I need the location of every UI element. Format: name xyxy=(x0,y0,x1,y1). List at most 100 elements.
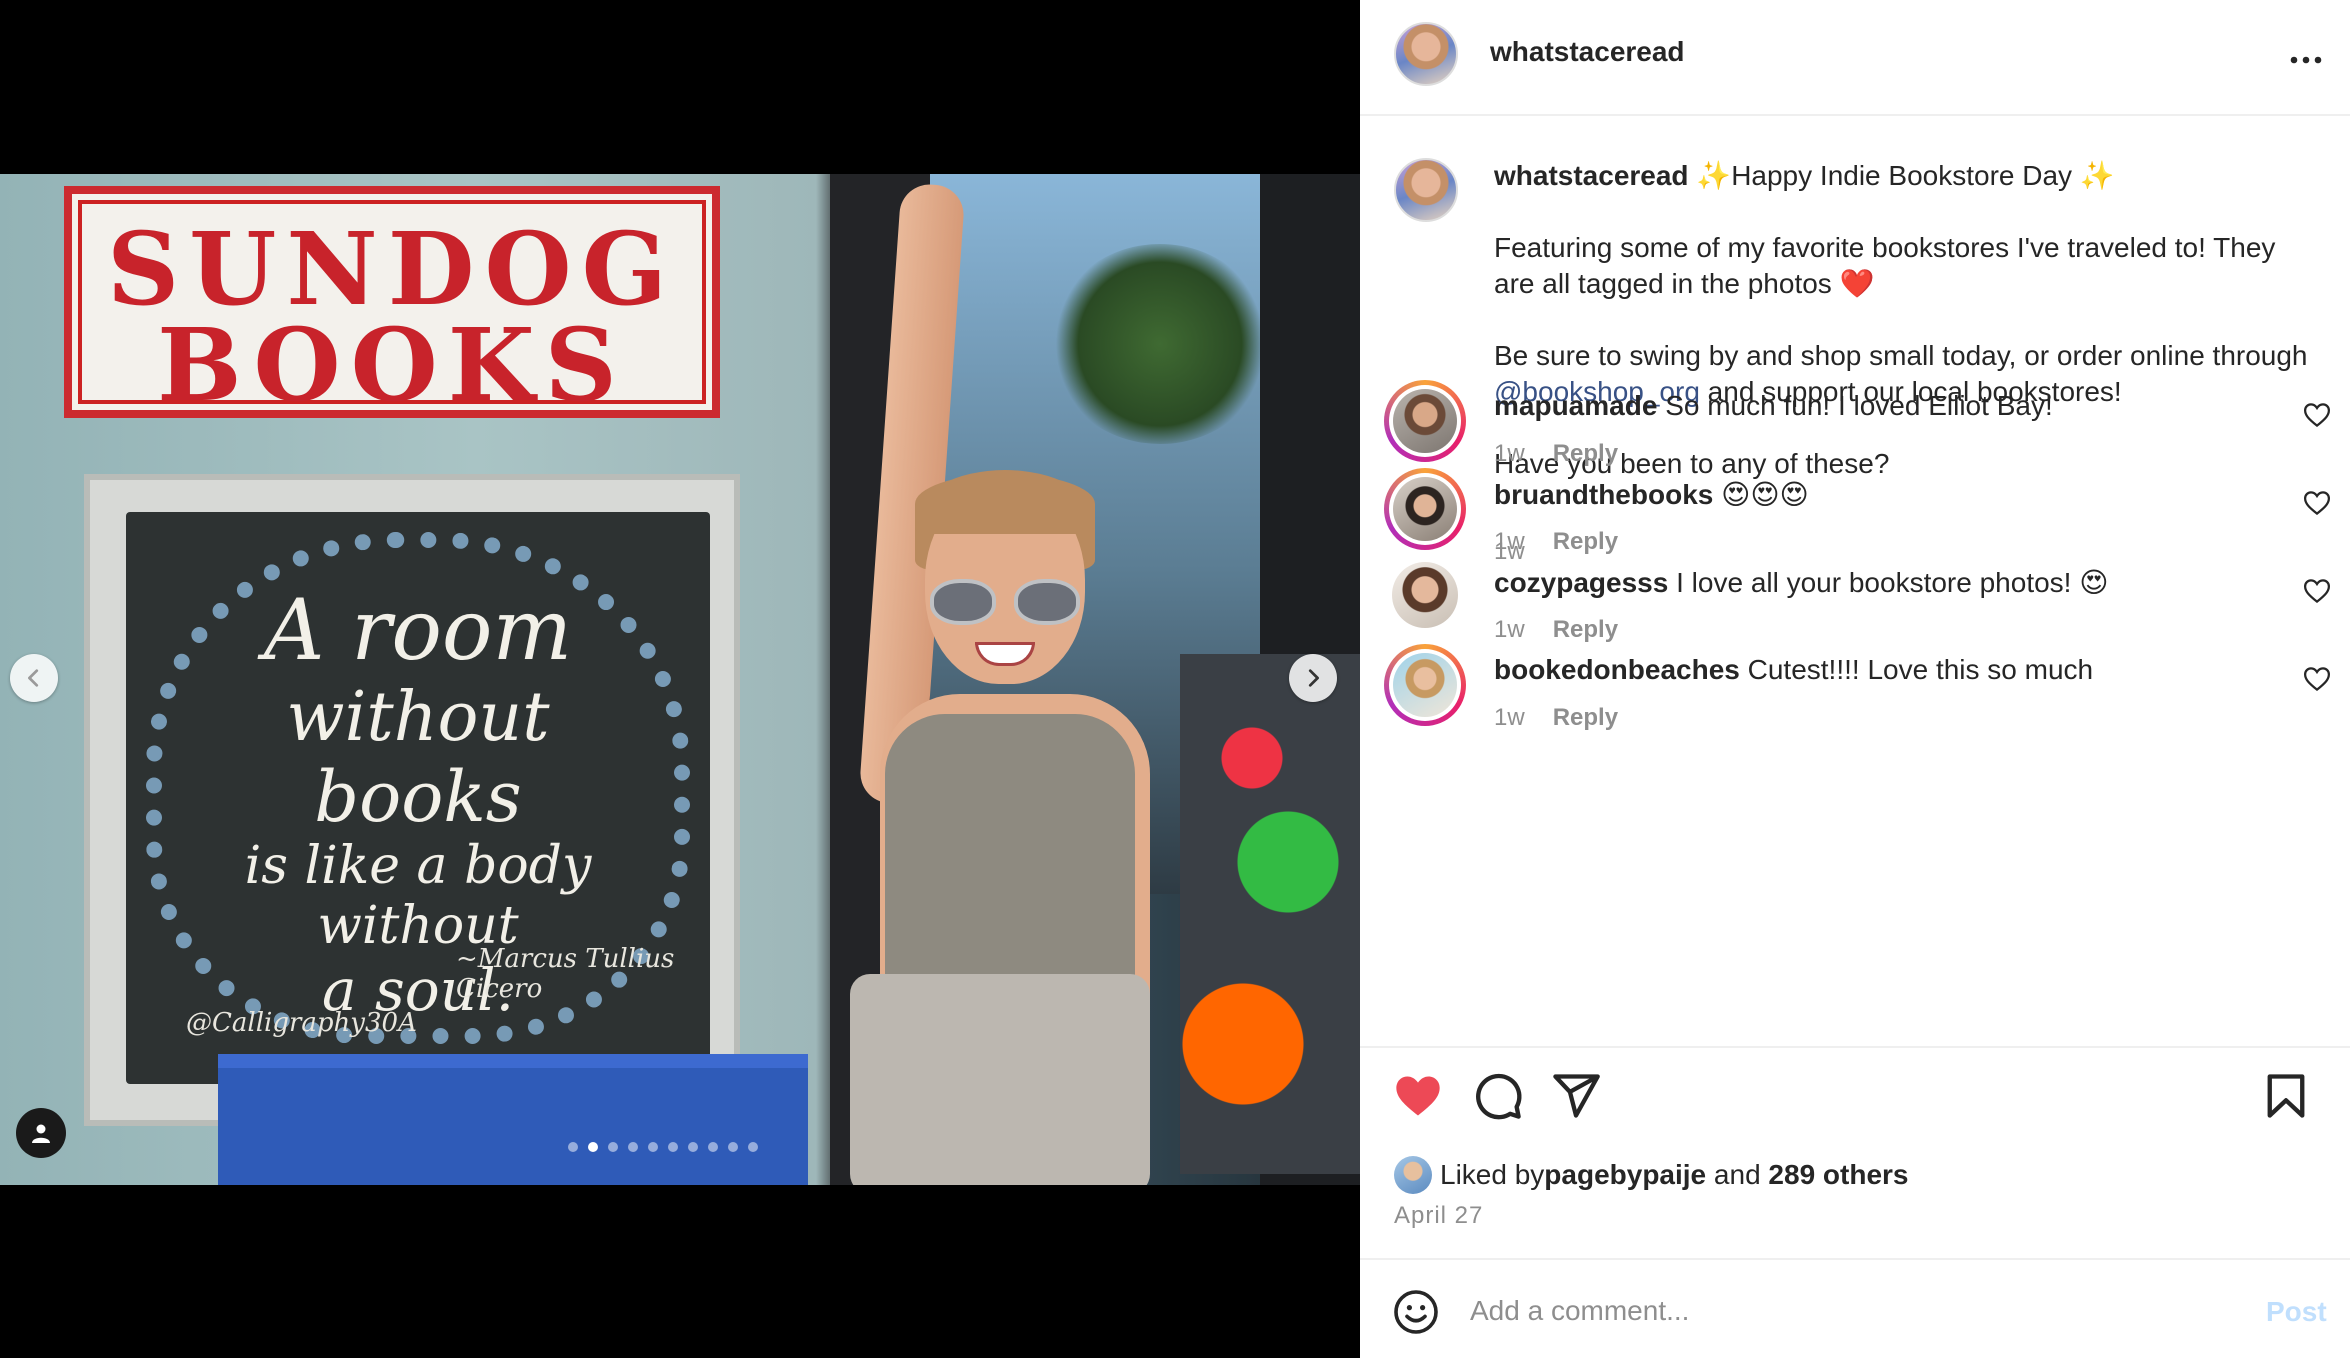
caption-avatar[interactable] xyxy=(1394,158,1458,222)
commenter-avatar[interactable] xyxy=(1392,562,1458,628)
commenter-username[interactable]: bruandthebooks xyxy=(1494,479,1713,510)
comment-input[interactable] xyxy=(1470,1286,2170,1336)
tank-top xyxy=(885,714,1135,984)
caption-paragraph-2a: Be sure to swing by and shop small today… xyxy=(1494,340,2308,371)
post-date[interactable]: April 27 xyxy=(1394,1202,1483,1230)
bookmark-icon[interactable] xyxy=(2260,1070,2312,1122)
comment-text: cozypagesss I love all your bookstore ph… xyxy=(1494,566,2108,599)
quote-author: ~Marcus Tullius Cicero xyxy=(456,944,675,1004)
heart-outline-icon[interactable] xyxy=(2302,488,2332,518)
story-ring[interactable] xyxy=(1384,380,1466,462)
author-username[interactable]: whatstaceread xyxy=(1490,36,1685,68)
store-sign: SUNDOG BOOKS xyxy=(64,186,720,424)
commenter-username[interactable]: cozypagesss xyxy=(1494,567,1668,598)
emoji-icon[interactable] xyxy=(1392,1288,1440,1336)
carousel-dot xyxy=(728,1142,738,1152)
comment-meta: 1w Reply xyxy=(1494,616,1618,644)
post-media: SUNDOG BOOKS A room without books is lik… xyxy=(0,0,1360,1358)
commenter-avatar xyxy=(1393,653,1457,717)
reply-button[interactable]: Reply xyxy=(1553,528,1618,555)
user-tag-icon xyxy=(32,1124,50,1143)
commenter-avatar xyxy=(1393,389,1457,453)
liked-by: Liked by pagebypaije and 289 others xyxy=(1394,1156,1909,1194)
comment-body: So much fun! I loved Elliot Bay! xyxy=(1665,390,2053,421)
post-actions: Liked by pagebypaije and 289 others Apri… xyxy=(1360,1046,2350,1258)
comment-meta: 1w Reply xyxy=(1494,704,1618,732)
liked-by-others[interactable]: 289 others xyxy=(1768,1159,1908,1191)
heart-outline-icon[interactable] xyxy=(2302,576,2332,606)
liked-by-and: and xyxy=(1706,1159,1769,1190)
comment-body: Cutest!!!! Love this so much xyxy=(1747,654,2094,685)
heart-filled-icon[interactable] xyxy=(1392,1070,1444,1122)
comment-text: bookedonbeaches Cutest!!!! Love this so … xyxy=(1494,654,2093,686)
comment-time[interactable]: 1w xyxy=(1494,616,1525,643)
comment-icon[interactable] xyxy=(1472,1070,1524,1122)
story-ring[interactable] xyxy=(1384,468,1466,550)
comment-body: 😍😍😍 xyxy=(1721,479,1809,510)
more-options-button[interactable] xyxy=(2288,36,2324,75)
carousel-indicator xyxy=(568,1142,758,1152)
heart-outline-icon[interactable] xyxy=(2302,664,2332,694)
carousel-dot xyxy=(648,1142,658,1152)
chevron-left-icon xyxy=(28,669,39,687)
more-horizontal-icon xyxy=(2290,56,2322,64)
carousel-prev-button[interactable] xyxy=(10,654,58,702)
reply-button[interactable]: Reply xyxy=(1553,440,1618,467)
person-hair-top xyxy=(915,474,1095,534)
carousel-dot xyxy=(668,1142,678,1152)
comment-text: bruandthebooks 😍😍😍 xyxy=(1494,478,1809,511)
carousel-dot xyxy=(628,1142,638,1152)
carousel-dot xyxy=(708,1142,718,1152)
add-comment-bar: Post xyxy=(1360,1258,2350,1358)
commenter-username[interactable]: bookedonbeaches xyxy=(1494,654,1740,685)
carousel-dot xyxy=(568,1142,578,1152)
palm-reflection xyxy=(1050,244,1270,444)
post-panel: whatstaceread whatstaceread ✨Happy Indie… xyxy=(1360,0,2350,1358)
carousel-dot xyxy=(688,1142,698,1152)
carousel-dot xyxy=(588,1142,598,1152)
comments-scroll-area[interactable]: whatstaceread ✨Happy Indie Bookstore Day… xyxy=(1360,118,2350,1046)
quote-line-2: without xyxy=(286,677,550,757)
toy-rack xyxy=(1180,654,1360,1174)
comment-time[interactable]: 1w xyxy=(1494,528,1525,555)
comment-time[interactable]: 1w xyxy=(1494,440,1525,467)
comment-text: mapuamade So much fun! I loved Elliot Ba… xyxy=(1494,390,2053,422)
reply-button[interactable]: Reply xyxy=(1553,616,1618,643)
quote-line-1: A room xyxy=(263,581,573,679)
liker-avatar[interactable] xyxy=(1394,1156,1432,1194)
sign-line-2: BOOKS xyxy=(157,306,627,424)
post-header: whatstaceread xyxy=(1360,0,2350,116)
commenter-username[interactable]: mapuamade xyxy=(1494,390,1657,421)
caption-paragraph-1: Featuring some of my favorite bookstores… xyxy=(1494,232,2276,299)
reply-button[interactable]: Reply xyxy=(1553,704,1618,731)
quote-line-4: is like a body without xyxy=(244,836,592,957)
liked-by-prefix: Liked by xyxy=(1440,1159,1545,1190)
commenter-avatar xyxy=(1393,477,1457,541)
chevron-right-icon xyxy=(1308,669,1319,687)
post-comment-button[interactable]: Post xyxy=(2266,1296,2327,1328)
comment-item: bookedonbeaches Cutest!!!! Love this so … xyxy=(1360,644,2350,764)
tagged-users-button[interactable] xyxy=(16,1108,66,1158)
comment-body: I love all your bookstore photos! 😍 xyxy=(1676,567,2109,598)
story-ring[interactable] xyxy=(1384,644,1466,726)
caption-line-1: ✨Happy Indie Bookstore Day ✨ xyxy=(1696,160,2115,191)
chalk-signature: @Calligraphy30A xyxy=(186,1008,417,1038)
post-photo[interactable]: SUNDOG BOOKS A room without books is lik… xyxy=(0,174,1360,1185)
comment-time[interactable]: 1w xyxy=(1494,704,1525,731)
carousel-dot xyxy=(608,1142,618,1152)
caption-username[interactable]: whatstaceread xyxy=(1494,160,1689,191)
author-avatar[interactable] xyxy=(1394,22,1458,86)
blue-shelf xyxy=(218,1054,808,1185)
comment-meta: 1w Reply xyxy=(1494,528,1618,556)
carousel-dot xyxy=(748,1142,758,1152)
chalkboard-surface: A room without books is like a body with… xyxy=(126,512,710,1084)
chalkboard: A room without books is like a body with… xyxy=(84,474,740,1126)
comment-meta: 1w Reply xyxy=(1494,440,1618,468)
heart-outline-icon[interactable] xyxy=(2302,400,2332,430)
quote-line-3: books xyxy=(314,755,522,838)
carousel-next-button[interactable] xyxy=(1289,654,1337,702)
sunglasses xyxy=(930,579,1080,627)
liked-by-user[interactable]: pagebypaije xyxy=(1544,1159,1706,1191)
share-icon[interactable] xyxy=(1550,1070,1602,1122)
shorts xyxy=(850,974,1150,1185)
